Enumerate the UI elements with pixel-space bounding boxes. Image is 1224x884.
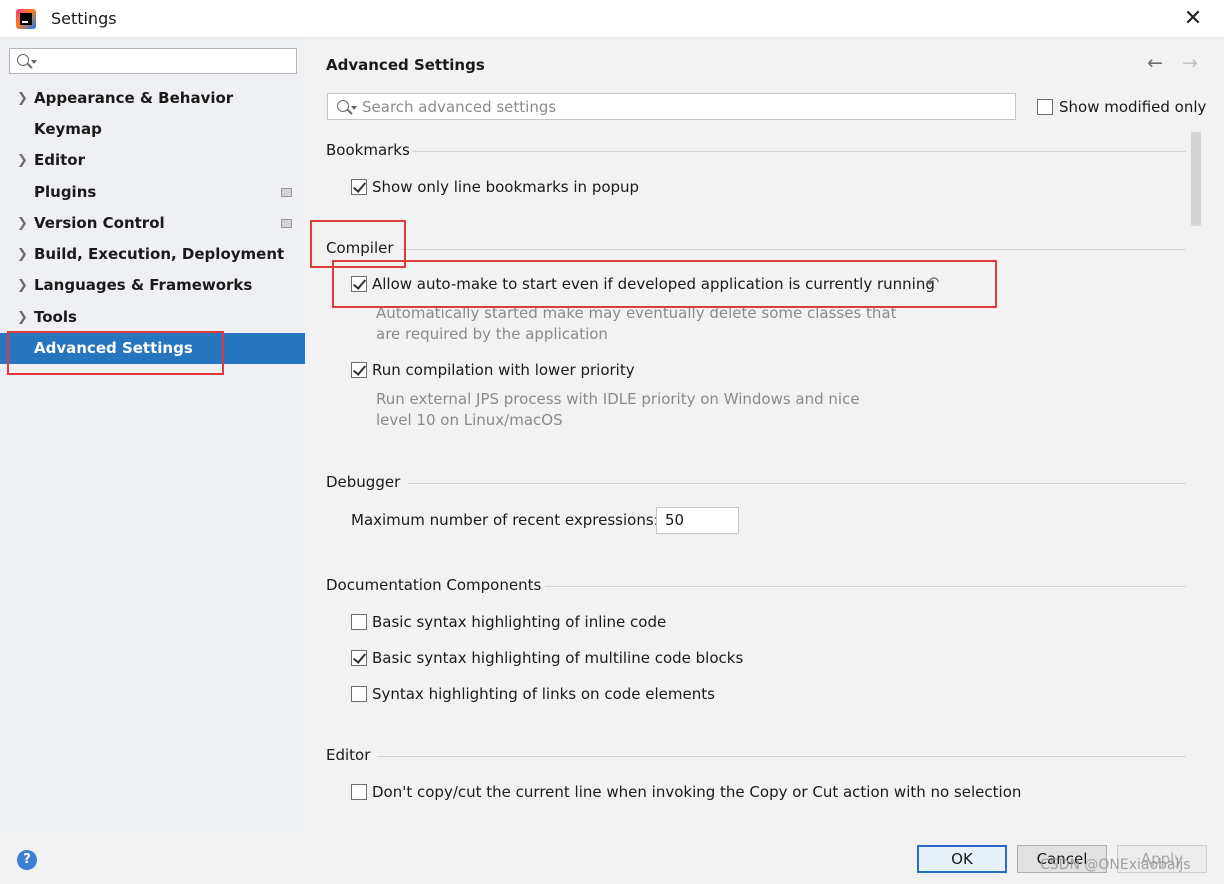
settings-content: Advanced Settings ← → Show modified only… — [305, 38, 1224, 832]
sidebar-item-version-control[interactable]: ❯ Version Control — [0, 208, 305, 239]
chevron-right-icon[interactable]: ❯ — [17, 302, 28, 333]
low-priority-hint-line-2: level 10 on Linux/macOS — [376, 411, 563, 429]
sidebar-item-appearance-behavior[interactable]: ❯ Appearance & Behavior — [0, 83, 305, 114]
sidebar-item-build-execution-deployment[interactable]: ❯ Build, Execution, Deployment — [0, 239, 305, 270]
chevron-right-icon[interactable]: ❯ — [17, 83, 28, 114]
project-settings-icon — [281, 219, 292, 228]
page-title: Advanced Settings — [326, 56, 485, 74]
search-history-caret-icon[interactable] — [351, 106, 357, 110]
sidebar-item-label: Build, Execution, Deployment — [34, 245, 285, 263]
copy-cut-line-checkbox[interactable] — [351, 784, 367, 800]
close-icon[interactable]: ✕ — [1178, 5, 1208, 33]
sidebar-item-plugins[interactable]: Plugins — [0, 177, 305, 208]
chevron-right-icon[interactable]: ❯ — [17, 145, 28, 176]
search-icon — [17, 54, 29, 66]
chevron-right-icon[interactable]: ❯ — [17, 208, 28, 239]
section-divider — [377, 756, 1186, 757]
section-divider — [401, 249, 1186, 250]
vertical-scrollbar[interactable] — [1191, 132, 1201, 226]
sidebar-item-label: Keymap — [34, 120, 102, 138]
max-expressions-label: Maximum number of recent expressions: — [351, 511, 659, 529]
sidebar-search-input[interactable] — [9, 48, 297, 74]
section-title-bookmarks: Bookmarks — [326, 141, 410, 159]
low-priority-checkbox[interactable] — [351, 362, 367, 378]
show-modified-label[interactable]: Show modified only — [1059, 98, 1206, 116]
section-title-editor: Editor — [326, 746, 371, 764]
show-line-bookmarks-checkbox[interactable] — [351, 179, 367, 195]
inline-code-highlight-label[interactable]: Basic syntax highlighting of inline code — [372, 613, 666, 631]
sidebar-item-tools[interactable]: ❯ Tools — [0, 302, 305, 333]
show-modified-checkbox[interactable] — [1037, 99, 1053, 115]
advanced-settings-search[interactable] — [327, 93, 1016, 120]
sidebar-item-label: Plugins — [34, 183, 97, 201]
intellij-app-icon — [16, 9, 36, 29]
auto-make-hint-line-2: are required by the application — [376, 325, 608, 343]
sidebar-item-label: Appearance & Behavior — [34, 89, 234, 107]
sidebar-item-label: Tools — [34, 308, 77, 326]
chevron-right-icon[interactable]: ❯ — [17, 239, 28, 270]
sidebar-item-editor[interactable]: ❯ Editor — [0, 145, 305, 176]
multiline-code-highlight-checkbox[interactable] — [351, 650, 367, 666]
title-bar: Settings ✕ — [0, 0, 1224, 38]
sidebar-item-label: Languages & Frameworks — [34, 276, 253, 294]
back-arrow-icon[interactable]: ← — [1147, 52, 1163, 74]
project-settings-icon — [281, 188, 292, 197]
section-divider — [545, 586, 1186, 587]
low-priority-label[interactable]: Run compilation with lower priority — [372, 361, 635, 379]
forward-arrow-icon[interactable]: → — [1182, 52, 1198, 74]
sidebar-item-languages-frameworks[interactable]: ❯ Languages & Frameworks — [0, 270, 305, 301]
highlight-box-advanced-settings — [7, 331, 224, 375]
help-icon[interactable]: ? — [17, 850, 37, 870]
highlight-box-auto-make — [332, 260, 997, 308]
dialog-footer: ? OK Cancel Apply CSDN @ONExiaobaijs — [0, 832, 1224, 884]
settings-sidebar: ❯ Appearance & Behavior Keymap ❯ Editor … — [0, 38, 305, 832]
search-history-caret-icon[interactable] — [31, 60, 37, 64]
sidebar-item-label: Version Control — [34, 214, 165, 232]
max-expressions-input[interactable]: 50 — [656, 507, 739, 534]
sidebar-item-keymap[interactable]: Keymap — [0, 114, 305, 145]
window-title: Settings — [51, 9, 117, 28]
ok-button[interactable]: OK — [917, 845, 1007, 873]
watermark: CSDN @ONExiaobaijs — [1040, 857, 1191, 873]
links-highlight-checkbox[interactable] — [351, 686, 367, 702]
copy-cut-line-label[interactable]: Don't copy/cut the current line when inv… — [372, 783, 1021, 801]
links-highlight-label[interactable]: Syntax highlighting of links on code ele… — [372, 685, 715, 703]
section-title-documentation: Documentation Components — [326, 576, 542, 594]
chevron-right-icon[interactable]: ❯ — [17, 270, 28, 301]
section-divider — [413, 151, 1186, 152]
multiline-code-highlight-label[interactable]: Basic syntax highlighting of multiline c… — [372, 649, 743, 667]
section-divider — [408, 483, 1186, 484]
search-input[interactable] — [362, 96, 1002, 117]
show-line-bookmarks-label[interactable]: Show only line bookmarks in popup — [372, 178, 639, 196]
sidebar-item-label: Editor — [34, 151, 85, 169]
search-icon — [337, 100, 349, 112]
section-title-debugger: Debugger — [326, 473, 401, 491]
low-priority-hint-line-1: Run external JPS process with IDLE prior… — [376, 390, 860, 408]
inline-code-highlight-checkbox[interactable] — [351, 614, 367, 630]
